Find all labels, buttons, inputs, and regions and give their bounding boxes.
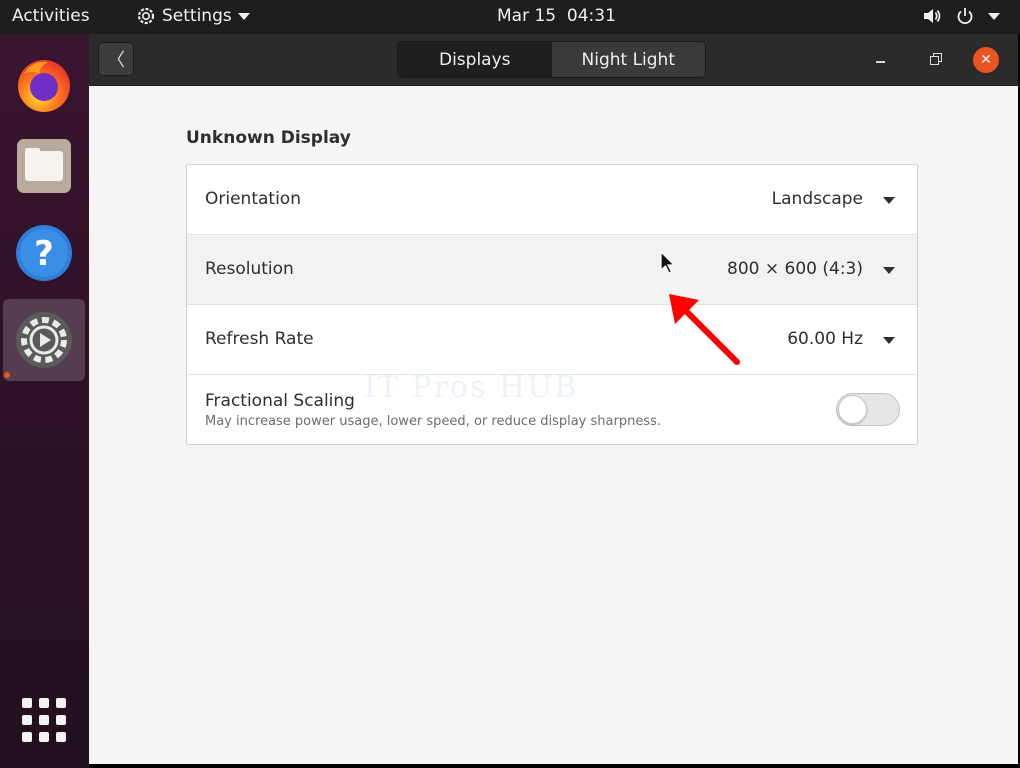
toggle-knob: [838, 395, 867, 424]
orientation-row[interactable]: Orientation Landscape: [187, 165, 917, 235]
chevron-down-icon: [988, 12, 1000, 20]
refresh-rate-value: 60.00 Hz: [787, 329, 863, 349]
activities-button[interactable]: Activities: [12, 6, 90, 26]
volume-icon: [924, 9, 941, 23]
running-indicator: [4, 372, 10, 378]
settings-window: 〈 Displays Night Light ✕ Unknown Display…: [89, 34, 1018, 764]
resolution-value: 800 × 600 (4:3): [727, 259, 863, 279]
power-icon: [957, 8, 973, 25]
show-applications-button[interactable]: [22, 698, 66, 742]
app-menu-label: Settings: [162, 6, 232, 26]
settings-gear-icon: [137, 7, 155, 25]
resolution-row[interactable]: Resolution 800 × 600 (4:3): [187, 235, 917, 305]
orientation-label: Orientation: [205, 189, 301, 209]
dock-item-settings[interactable]: [3, 299, 85, 381]
header-bar: 〈 Displays Night Light ✕: [89, 34, 1018, 86]
displays-panel: Unknown Display Orientation Landscape Re…: [89, 87, 1018, 764]
dock-item-files[interactable]: [3, 125, 85, 207]
back-button[interactable]: 〈: [98, 42, 134, 76]
fractional-scaling-description: May increase power usage, lower speed, o…: [205, 414, 661, 429]
help-icon: ?: [16, 225, 72, 281]
maximize-button[interactable]: [929, 52, 943, 66]
tab-night-light[interactable]: Night Light: [551, 42, 705, 77]
refresh-rate-row[interactable]: Refresh Rate 60.00 Hz: [187, 305, 917, 375]
refresh-rate-label: Refresh Rate: [205, 329, 314, 349]
settings-icon: [16, 312, 72, 368]
tab-displays[interactable]: Displays: [398, 42, 552, 77]
watermark: IT Pros HUB: [364, 370, 579, 405]
fractional-scaling-toggle[interactable]: [836, 393, 900, 426]
app-menu[interactable]: Settings: [136, 6, 250, 26]
tab-switcher: Displays Night Light: [397, 41, 706, 78]
close-icon: ✕: [980, 52, 992, 68]
grid-icon: [22, 698, 32, 708]
minimize-button[interactable]: [875, 52, 887, 64]
display-name-heading: Unknown Display: [186, 128, 351, 148]
orientation-value: Landscape: [771, 189, 863, 209]
dropdown-arrow-icon: [883, 337, 895, 344]
top-panel: Activities Settings Mar 15 04:31: [0, 0, 1020, 34]
files-icon: [17, 139, 71, 193]
clock[interactable]: Mar 15 04:31: [497, 6, 616, 26]
svg-text:?: ?: [34, 234, 54, 274]
dropdown-arrow-icon: [883, 267, 895, 274]
system-tray[interactable]: [922, 7, 1000, 25]
dock-item-help[interactable]: ?: [3, 212, 85, 294]
mouse-cursor-icon: [660, 251, 676, 274]
chevron-left-icon: 〈: [107, 50, 125, 71]
dock: ?: [0, 34, 89, 768]
dropdown-arrow-icon: [883, 197, 895, 204]
close-button[interactable]: ✕: [973, 47, 999, 73]
chevron-down-icon: [237, 12, 250, 20]
fractional-scaling-label: Fractional Scaling: [205, 391, 355, 411]
resolution-label: Resolution: [205, 259, 294, 279]
firefox-icon: [18, 60, 70, 112]
annotation-arrow-icon: [669, 294, 740, 365]
dock-item-firefox[interactable]: [3, 43, 85, 125]
